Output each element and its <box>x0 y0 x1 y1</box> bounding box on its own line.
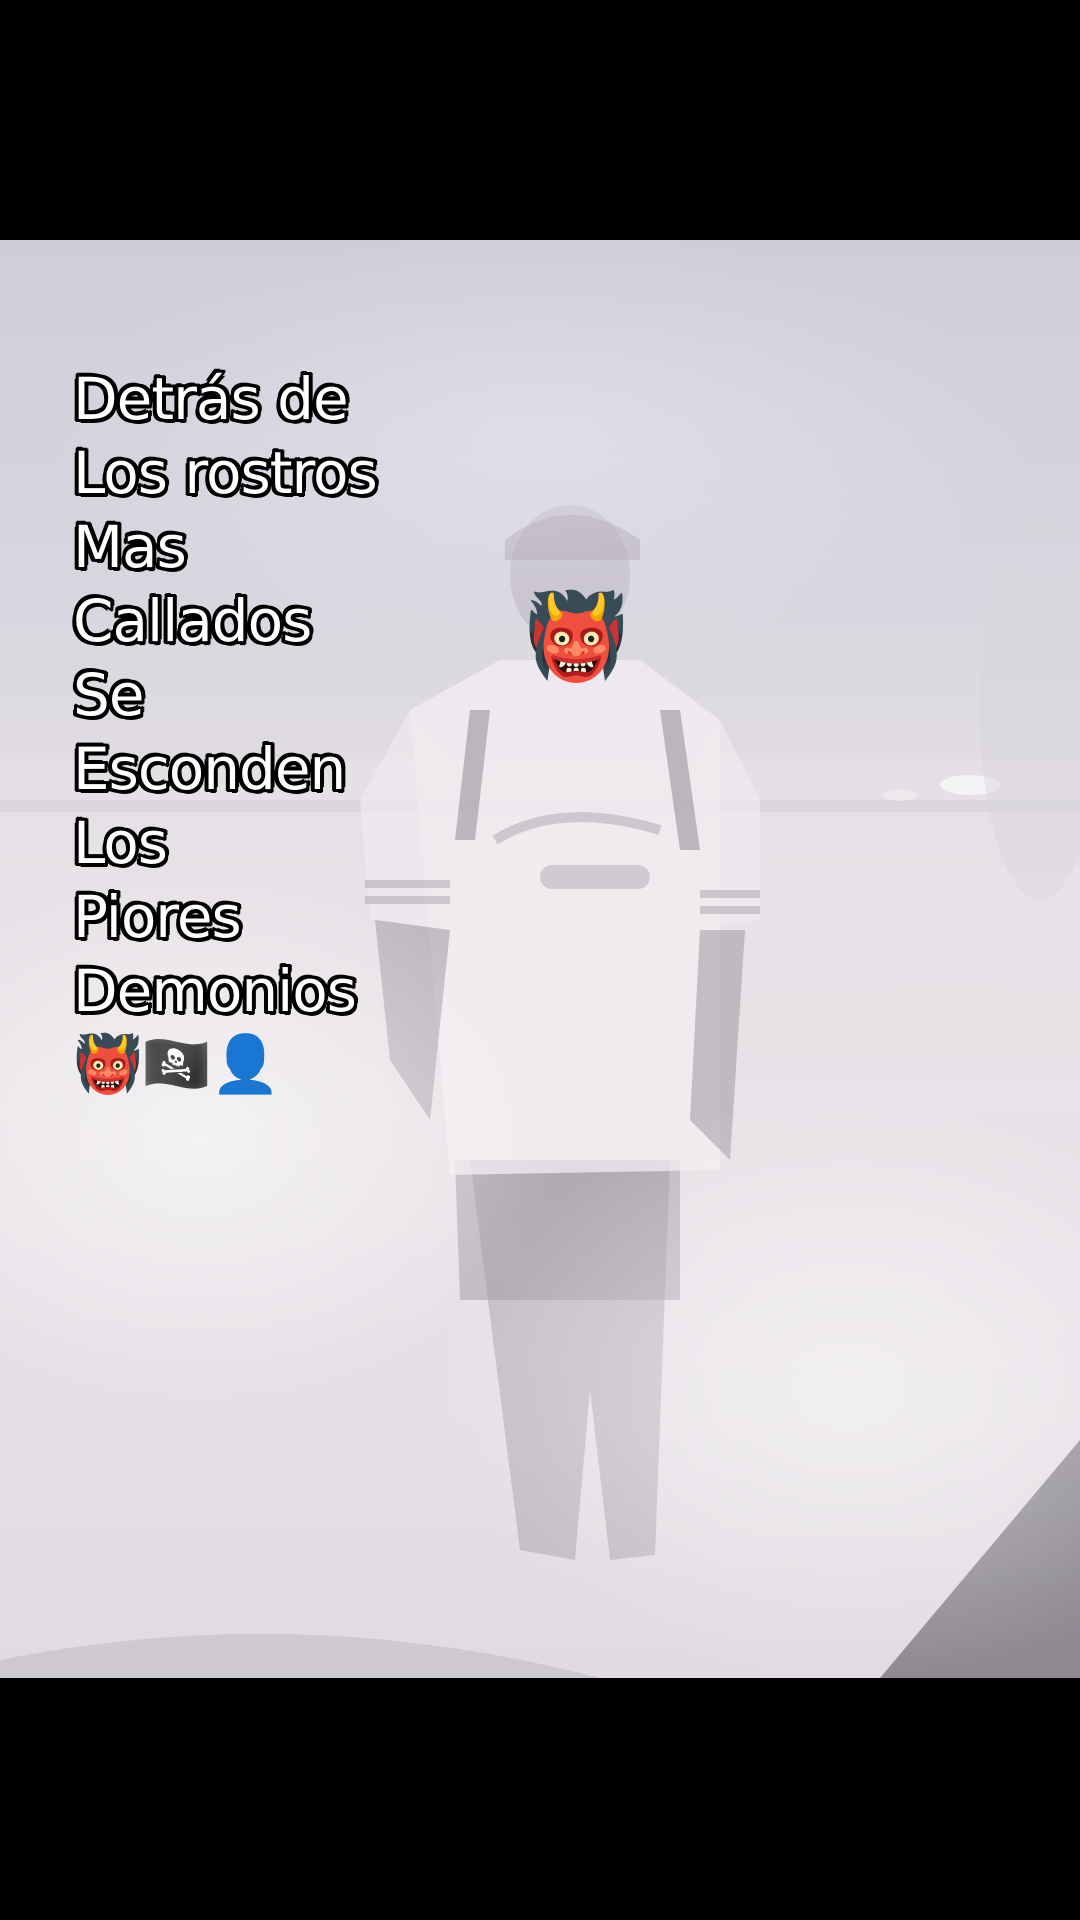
caption-line-4: Callados <box>73 587 312 655</box>
video-post: 👹 Detrás de Los rostros Mas Callados Se … <box>0 0 1080 1920</box>
caption-line-5: Se <box>73 661 144 729</box>
caption-line-1: Detrás de <box>73 365 349 433</box>
letterbox-top <box>0 0 1080 240</box>
ogre-mask-icon: 👹 <box>524 591 629 684</box>
caption-line-6: Esconden <box>73 735 346 803</box>
caption-emoji-row: 👹🏴‍☠️👤 <box>73 1032 280 1097</box>
caption-line-7: Los <box>73 809 168 877</box>
caption-line-8: Piores <box>73 883 242 951</box>
caption-line-2: Los rostros <box>73 439 378 507</box>
caption-text: Detrás de Los rostros Mas Callados Se Es… <box>73 362 378 1102</box>
letterbox-bottom <box>0 1678 1080 1920</box>
caption-line-9: Demonios <box>73 957 357 1025</box>
caption-line-3: Mas <box>73 513 187 581</box>
